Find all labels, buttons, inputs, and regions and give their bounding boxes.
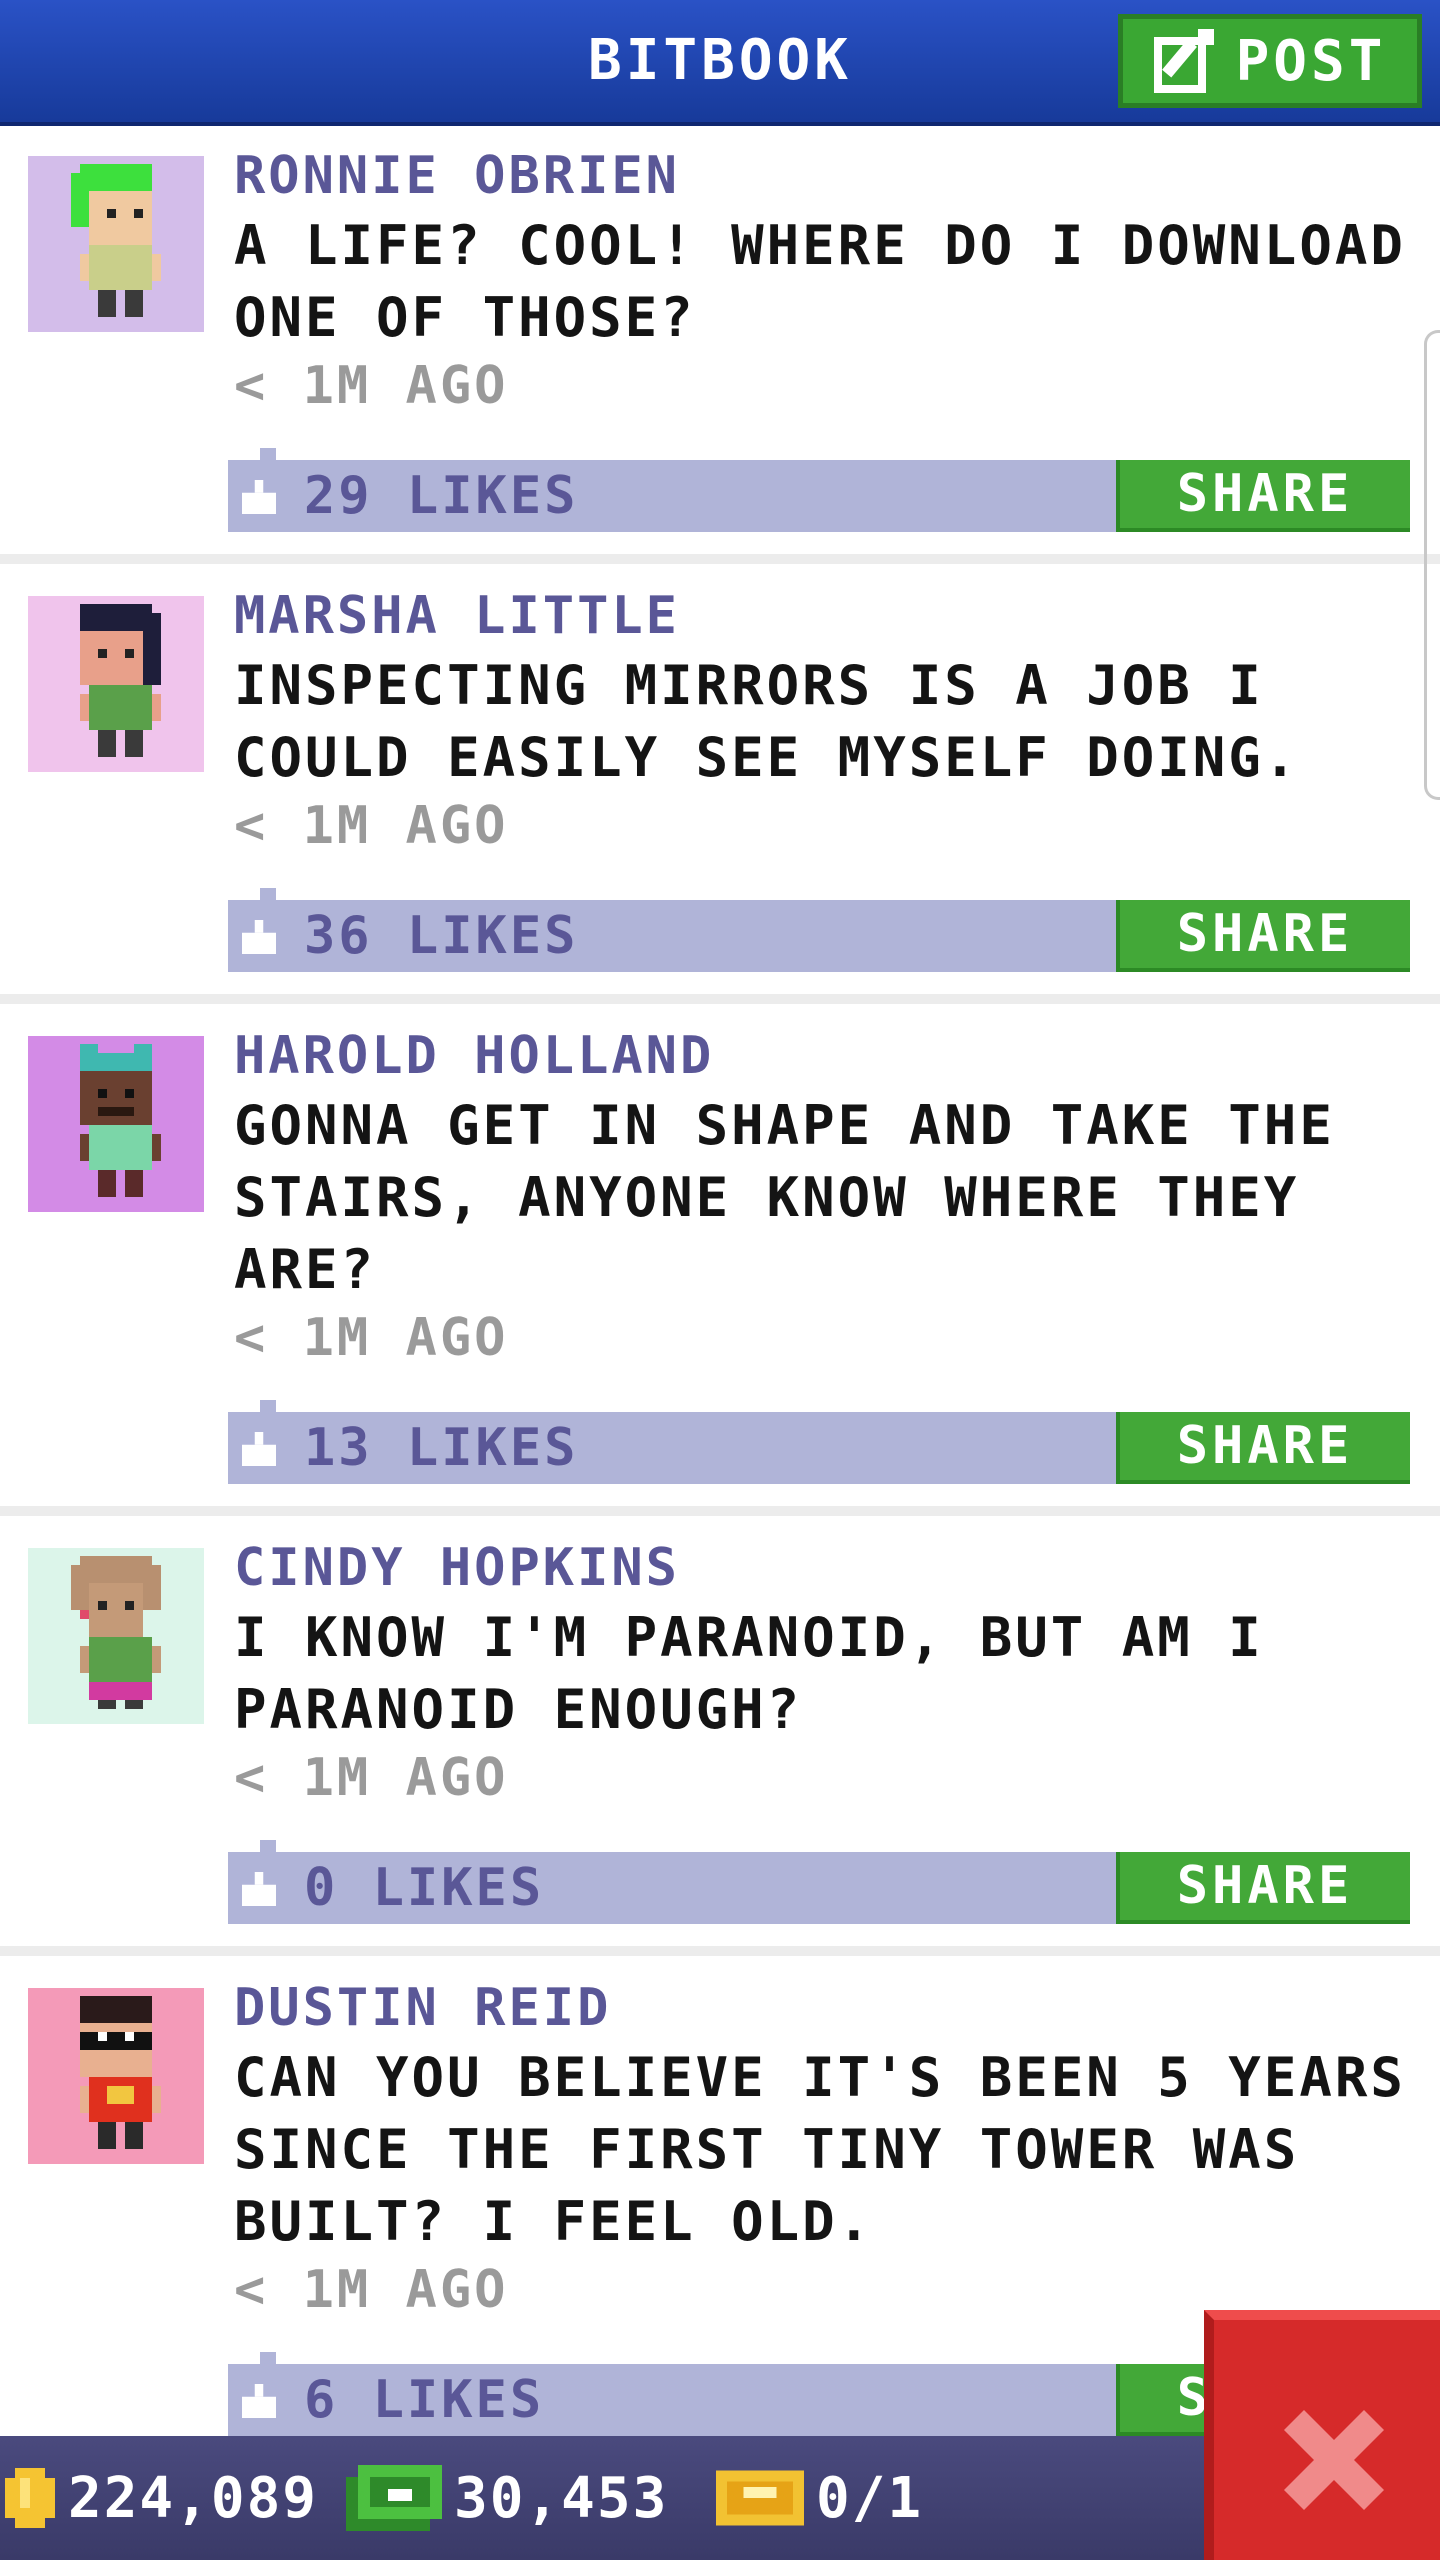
post-time: < 1M AGO: [234, 1748, 509, 1808]
divider: [0, 1946, 1440, 1956]
like-bar: 13 LIKES SHARE: [228, 1400, 1410, 1484]
post-message: A LIFE? COOL! WHERE DO I DOWNLOAD ONE OF…: [234, 214, 1406, 349]
bux-display: 30,453: [346, 2436, 668, 2560]
like-bar: 36 LIKES SHARE: [228, 888, 1410, 972]
post-message: CAN YOU BELIEVE IT'S BEEN 5 YEARS SINCE …: [234, 2046, 1406, 2253]
avatar[interactable]: [28, 1036, 204, 1212]
divider: [0, 1506, 1440, 1516]
post-author[interactable]: DUSTIN REID: [234, 1978, 611, 2038]
scroll-indicator[interactable]: [1424, 330, 1440, 800]
app-header: BITBOOK POST: [0, 0, 1440, 126]
post-message: GONNA GET IN SHAPE AND TAKE THE STAIRS, …: [234, 1094, 1335, 1301]
post-author[interactable]: CINDY HOPKINS: [234, 1538, 680, 1598]
share-button[interactable]: SHARE: [1116, 460, 1410, 532]
close-icon: [1284, 2410, 1384, 2510]
avatar[interactable]: [28, 1988, 204, 2164]
post-time: < 1M AGO: [234, 1308, 509, 1368]
close-button[interactable]: [1204, 2310, 1440, 2560]
thumbs-up-icon[interactable]: [242, 1872, 276, 1906]
divider: [0, 994, 1440, 1004]
tickets-display: 0/1: [716, 2436, 923, 2560]
post-time: < 1M AGO: [234, 796, 509, 856]
avatar-character-icon: [80, 1044, 161, 1197]
thumbs-up-icon[interactable]: [242, 480, 276, 514]
share-button[interactable]: SHARE: [1116, 900, 1410, 972]
coins-display: 224,089: [4, 2436, 318, 2560]
like-count: 13 LIKES: [304, 1418, 579, 1478]
bux-icon: [346, 2465, 442, 2531]
post-author[interactable]: RONNIE OBRIEN: [234, 146, 680, 206]
thumbs-up-icon[interactable]: [242, 2384, 276, 2418]
post-button-label: POST: [1235, 28, 1387, 94]
like-bar: 29 LIKES SHARE: [228, 448, 1410, 532]
tickets-value: 0/1: [816, 2465, 924, 2531]
avatar-character-icon: [80, 604, 161, 757]
avatar-character-icon: [71, 1556, 161, 1709]
coins-value: 224,089: [68, 2465, 319, 2531]
post-message: INSPECTING MIRRORS IS A JOB I COULD EASI…: [234, 654, 1300, 789]
post-author[interactable]: HAROLD HOLLAND: [234, 1026, 714, 1086]
post-feed[interactable]: RONNIE OBRIEN A LIFE? COOL! WHERE DO I D…: [0, 126, 1440, 2436]
avatar[interactable]: [28, 596, 204, 772]
thumbs-up-icon[interactable]: [242, 920, 276, 954]
thumbs-up-icon[interactable]: [242, 1432, 276, 1466]
bux-value: 30,453: [454, 2465, 669, 2531]
post-message: I KNOW I'M PARANOID, BUT AM I PARANOID E…: [234, 1606, 1264, 1741]
ticket-icon: [716, 2470, 804, 2526]
avatar[interactable]: [28, 1548, 204, 1724]
edit-icon: [1153, 29, 1214, 93]
like-bar: 0 LIKES SHARE: [228, 1840, 1410, 1924]
coin-icon: [5, 2468, 55, 2528]
like-count: 0 LIKES: [304, 1858, 545, 1918]
avatar-character-icon: [71, 164, 161, 317]
like-count: 36 LIKES: [304, 906, 579, 966]
post-time: < 1M AGO: [234, 2260, 509, 2320]
share-button[interactable]: SHARE: [1116, 1412, 1410, 1484]
post-time: < 1M AGO: [234, 356, 509, 416]
post-author[interactable]: MARSHA LITTLE: [234, 586, 680, 646]
avatar-character-icon: [80, 1996, 161, 2149]
like-count: 29 LIKES: [304, 466, 579, 526]
like-count: 6 LIKES: [304, 2370, 545, 2430]
post-button[interactable]: POST: [1118, 14, 1422, 108]
share-button[interactable]: SHARE: [1116, 1852, 1410, 1924]
divider: [0, 554, 1440, 564]
avatar[interactable]: [28, 156, 204, 332]
